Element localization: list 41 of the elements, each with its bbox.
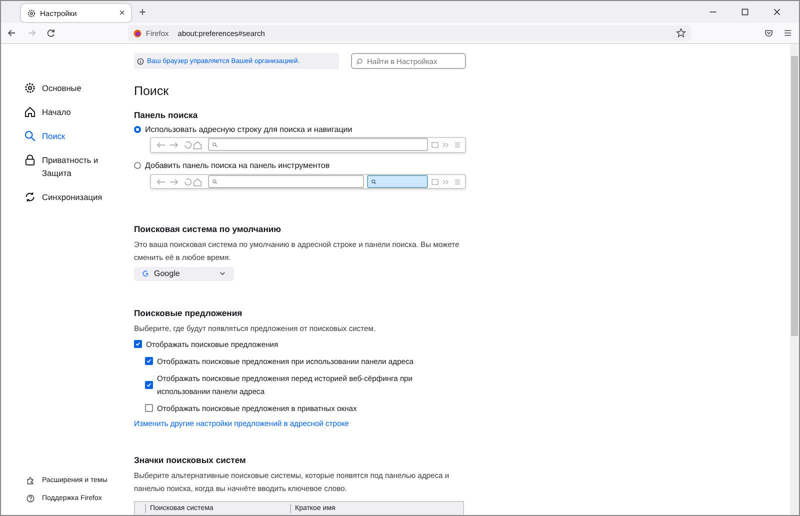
radio-label: Добавить панель поиска на панель инструментов xyxy=(145,161,330,170)
new-tab-button[interactable]: + xyxy=(139,5,146,19)
page-title: Поиск xyxy=(134,84,170,98)
info-icon xyxy=(137,58,144,64)
search-icon xyxy=(356,58,363,64)
checkbox[interactable] xyxy=(134,340,142,348)
star-icon[interactable] xyxy=(676,28,686,38)
radio-button[interactable] xyxy=(134,162,141,170)
puzzle-icon xyxy=(26,476,35,485)
search-icon xyxy=(24,130,36,142)
scrollbar[interactable] xyxy=(790,44,799,515)
lock-icon xyxy=(24,154,36,166)
section-heading: Поисковые предложения xyxy=(134,308,244,318)
section-heading: Поисковая система по умолчанию xyxy=(134,224,282,234)
g-logo-icon xyxy=(142,270,149,278)
close-icon[interactable] xyxy=(773,8,781,16)
pocket-icon[interactable] xyxy=(764,28,774,38)
chevron-down-icon xyxy=(219,271,226,276)
sidebar-item[interactable]: Основные xyxy=(24,82,106,95)
sync-icon xyxy=(24,191,36,203)
sidebar-item[interactable]: Поиск xyxy=(24,130,106,143)
home-icon xyxy=(24,106,36,118)
back-arrow-icon[interactable] xyxy=(7,28,17,38)
close-tab-button[interactable]: × xyxy=(119,8,125,18)
sidebar-item[interactable]: Синхронизация xyxy=(24,191,106,204)
section-heading: Панель поиска xyxy=(134,110,199,120)
sidebar-item[interactable]: Начало xyxy=(24,106,106,119)
sidebar-item[interactable]: Приватность и Защита xyxy=(24,154,106,180)
maximize-icon[interactable] xyxy=(741,8,749,16)
menu-icon[interactable] xyxy=(783,28,794,38)
checkbox[interactable] xyxy=(145,404,153,412)
checkbox[interactable] xyxy=(145,357,153,366)
checkbox[interactable] xyxy=(145,380,153,389)
gear-icon xyxy=(27,8,36,18)
radio-button[interactable] xyxy=(134,126,141,133)
reload-icon[interactable] xyxy=(46,28,56,38)
help-icon xyxy=(26,494,35,503)
gear-icon xyxy=(24,82,36,94)
radio-label: Использовать адресную строку для поиска и навигации xyxy=(145,124,352,134)
engine-dropdown[interactable]: Google xyxy=(134,267,234,281)
section-heading: Значки поисковых систем xyxy=(134,454,247,465)
